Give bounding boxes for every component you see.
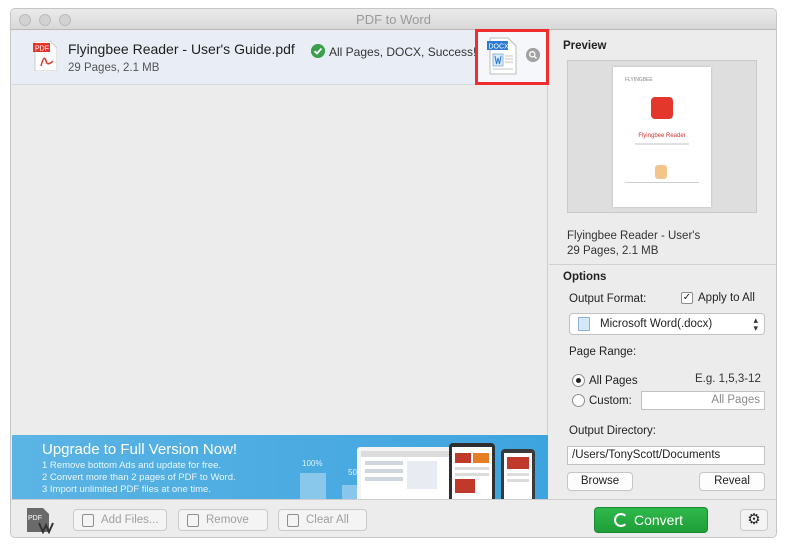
trash-icon (287, 514, 299, 527)
apply-to-all-checkbox[interactable]: ✓ (681, 292, 693, 304)
all-pages-label[interactable]: All Pages (589, 375, 638, 387)
page-range-label: Page Range: (569, 346, 637, 358)
options-heading: Options (563, 271, 607, 283)
thumb-logo: FLYINGBEE (625, 77, 653, 83)
preview-heading: Preview (563, 40, 607, 52)
app-logo-icon (651, 97, 673, 119)
banner-percent-half: 50 (348, 468, 357, 477)
all-pages-radio[interactable] (572, 374, 585, 387)
page-range-example: E.g. 1,5,3-12 (695, 373, 761, 385)
preview-thumbnail[interactable]: FLYINGBEE Flyingbee Reader (567, 60, 757, 213)
thumb-title: Flyingbee Reader (638, 133, 686, 139)
app-window: PDF to Word PDF Flyingbee Reader - User'… (10, 8, 777, 538)
thumb-ground-line (625, 182, 699, 183)
preview-file-meta: 29 Pages, 2.1 MB (567, 245, 659, 257)
add-files-label: Add Files... (101, 514, 159, 526)
custom-range-radio[interactable] (572, 394, 585, 407)
convert-label: Convert (634, 512, 684, 528)
select-arrows-icon: ▴ ▾ (753, 315, 758, 333)
file-list: PDF Flyingbee Reader - User's Guide.pdf … (12, 29, 549, 435)
output-format-label: Output Format: (569, 293, 647, 305)
output-format-value: Microsoft Word(.docx) (600, 318, 713, 330)
gear-icon: ⚙ (747, 511, 761, 528)
custom-range-label[interactable]: Custom: (589, 395, 632, 407)
side-panel: Preview FLYINGBEE Flyingbee Reader Flyin… (549, 31, 776, 499)
banner-line-3: 3 Import unlimited PDF files at one time… (42, 484, 211, 495)
settings-button[interactable]: ⚙ (740, 509, 768, 531)
conversion-status: All Pages, DOCX, Success! (329, 45, 477, 59)
apply-to-all-label[interactable]: Apply to All (698, 292, 755, 304)
thumb-subtitle-line (635, 143, 689, 145)
file-list-item[interactable]: PDF Flyingbee Reader - User's Guide.pdf … (12, 29, 549, 85)
remove-button[interactable]: Remove (178, 509, 268, 531)
app-logo-icon: PDF (27, 508, 54, 534)
add-files-button[interactable]: Add Files... (73, 509, 167, 531)
output-format-select[interactable]: Microsoft Word(.docx) ▴ ▾ (569, 313, 765, 335)
banner-title: Upgrade to Full Version Now! (42, 441, 238, 458)
docx-badge-text: DOCX (489, 43, 510, 50)
pdf-file-icon: PDF (33, 41, 57, 71)
banner-line-2: 2 Convert more than 2 pages of PDF to Wo… (42, 472, 236, 483)
refresh-icon (614, 513, 628, 527)
clear-all-button[interactable]: Clear All (278, 509, 367, 531)
output-directory-label: Output Directory: (569, 425, 656, 437)
custom-range-input[interactable]: All Pages (641, 391, 765, 410)
banner-percent-full: 100% (302, 459, 323, 468)
banner-devices-illustration (357, 443, 535, 499)
banner-bar-graphic (300, 473, 326, 499)
panel-divider (549, 264, 776, 265)
banner-line-1: 1 Remove bottom Ads and update for free. (42, 460, 222, 471)
preview-page: FLYINGBEE Flyingbee Reader (613, 67, 711, 207)
convert-button[interactable]: Convert (594, 507, 708, 533)
browse-button[interactable]: Browse (567, 472, 633, 491)
remove-file-icon (187, 514, 199, 527)
remove-label: Remove (206, 514, 249, 526)
reveal-button[interactable]: Reveal (699, 472, 765, 491)
window-title: PDF to Word (356, 12, 431, 27)
thumb-figure-icon (655, 165, 667, 179)
title-bar: PDF to Word (11, 9, 776, 30)
app-badge-text: PDF (28, 515, 42, 522)
upgrade-banner[interactable]: Upgrade to Full Version Now! 1 Remove bo… (12, 435, 548, 499)
add-file-icon (82, 514, 94, 527)
output-file-highlight[interactable]: DOCX (475, 29, 549, 85)
radio-selected-dot (576, 378, 581, 383)
clear-all-label: Clear All (306, 514, 349, 526)
magnify-icon[interactable] (526, 48, 540, 62)
word-document-icon (578, 317, 590, 331)
preview-file-name: Flyingbee Reader - User's (567, 230, 701, 242)
bottom-toolbar: PDF Add Files... Remove Clear All Conver… (11, 499, 776, 537)
pdf-badge-text: PDF (35, 46, 49, 53)
output-directory-input[interactable]: /Users/TonyScott/Documents (567, 446, 765, 465)
docx-file-icon[interactable]: DOCX (487, 37, 517, 75)
file-meta: 29 Pages, 2.1 MB (68, 62, 160, 74)
success-check-icon (311, 44, 325, 58)
file-name: Flyingbee Reader - User's Guide.pdf (68, 41, 295, 57)
